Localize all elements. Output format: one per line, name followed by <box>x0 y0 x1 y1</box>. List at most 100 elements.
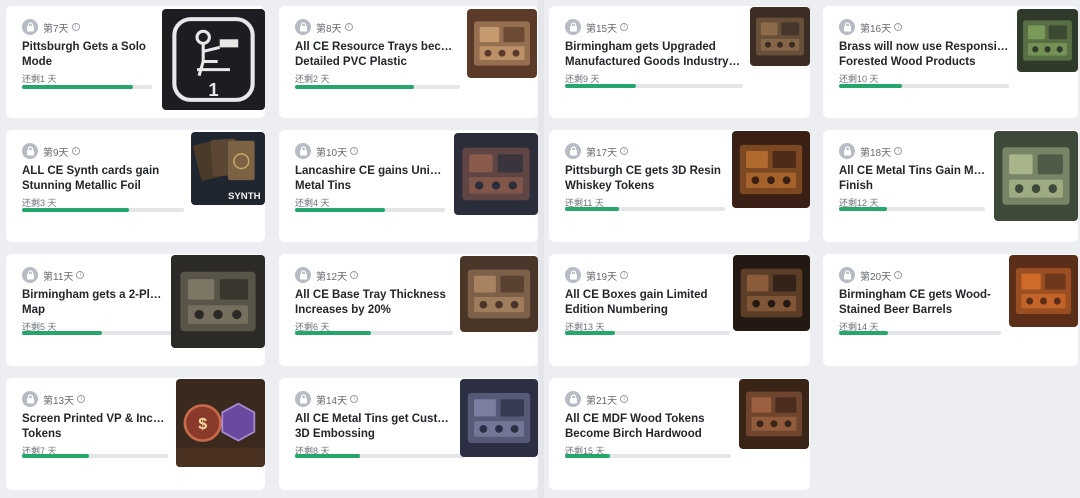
day-label: 第10天 <box>316 147 348 159</box>
progress-fill <box>565 331 615 335</box>
goal-title-line-1: Pittsburgh CE gets 3D Resin <box>565 165 721 177</box>
goal-title-line-1: Screen Printed VP & Income <box>22 413 168 425</box>
info-icon[interactable]: i <box>620 147 629 155</box>
remaining-time: 还剩2 天 <box>295 74 330 84</box>
day-badge: 第19天 i <box>565 266 629 284</box>
day-badge: 第15天 i <box>565 18 629 36</box>
goal-title-line-2: Become Birch Hardwood <box>565 428 702 440</box>
day-label: 第11天 <box>43 271 74 283</box>
industry-tiles-photo <box>750 7 810 66</box>
goal-title-line-2: Stained Beer Barrels <box>839 304 953 316</box>
two-player-map-photo <box>171 255 265 348</box>
lock-icon <box>22 143 38 159</box>
solo-count-label: 1 <box>208 79 218 100</box>
day-badge: 第21天 i <box>565 390 629 408</box>
goal-title-line-1: Birmingham gets a 2-Player <box>22 289 163 301</box>
progress-fill <box>22 208 129 212</box>
goal-title-line-2: Stunning Metallic Foil <box>22 180 141 192</box>
day-label: 第7天 <box>43 23 69 35</box>
info-icon[interactable]: i <box>894 147 903 155</box>
day-label: 第21天 <box>586 395 618 407</box>
day-label: 第18天 <box>860 147 892 159</box>
goal-title-line-2: Whiskey Tokens <box>565 180 655 192</box>
info-icon[interactable]: i <box>76 271 85 279</box>
day-badge: 第13天 i <box>22 390 86 408</box>
goal-title-line-1: ALL CE Synth cards gain <box>22 165 160 177</box>
lock-icon <box>295 143 311 159</box>
day-badge: 第14天 i <box>295 390 359 408</box>
progress-fill <box>565 454 610 458</box>
goal-title-line-2: Edition Numbering <box>565 304 668 316</box>
base-tray-photo <box>460 256 538 332</box>
lock-icon <box>839 19 855 35</box>
info-icon[interactable]: i <box>350 147 359 155</box>
day-badge: 第9天 i <box>22 142 80 160</box>
day-badge: 第17天 i <box>565 142 629 160</box>
progress-fill <box>565 207 620 211</box>
info-icon[interactable]: i <box>620 395 629 403</box>
goal-title-line-1: Pittsburgh Gets a Solo <box>22 41 146 53</box>
day-label: 第17天 <box>586 147 618 159</box>
box-numbering-photo <box>733 255 810 331</box>
stretch-goals-grid: 第7天 i Pittsburgh Gets a Solo Mode 还剩1 天 … <box>0 0 1080 498</box>
synth-cards-photo: SYNTH <box>191 132 265 205</box>
solo-mode-icon: 1 <box>162 9 265 110</box>
vp-income-tokens-photo: $ <box>176 379 265 467</box>
progress-fill <box>295 85 414 89</box>
lock-icon <box>295 391 311 407</box>
progress-bar <box>839 331 1001 335</box>
progress-fill <box>22 331 102 335</box>
lock-icon <box>295 19 311 35</box>
day-badge: 第10天 i <box>295 142 359 160</box>
info-icon[interactable]: i <box>77 395 86 403</box>
goal-title-line-2: Finish <box>839 180 873 192</box>
progress-fill <box>565 84 637 88</box>
info-icon[interactable]: i <box>620 271 629 279</box>
goal-title-line-2: 3D Embossing <box>295 428 375 440</box>
info-icon[interactable]: i <box>71 23 80 31</box>
day-label: 第15天 <box>586 23 618 35</box>
day-label: 第20天 <box>860 271 892 283</box>
lock-icon <box>22 391 38 407</box>
day-badge: 第12天 i <box>295 266 359 284</box>
goal-title-line-1: All CE Boxes gain Limited <box>565 289 708 301</box>
info-icon[interactable]: i <box>894 23 903 31</box>
progress-bar <box>565 331 730 335</box>
lock-icon <box>839 267 855 283</box>
goal-title-line-1: Birmingham gets Upgraded <box>565 41 716 53</box>
day-label: 第8天 <box>316 23 342 35</box>
info-icon[interactable]: i <box>350 395 359 403</box>
day-badge: 第18天 i <box>839 142 903 160</box>
whiskey-tokens-photo <box>732 131 810 208</box>
day-label: 第14天 <box>316 395 348 407</box>
matte-tins-photo <box>994 131 1078 221</box>
goal-title-line-1: Brass will now use Responsibly <box>839 41 1009 53</box>
info-icon[interactable]: i <box>620 23 629 31</box>
progress-bar <box>565 207 725 211</box>
info-icon[interactable]: i <box>344 23 353 31</box>
info-icon[interactable]: i <box>350 271 359 279</box>
day-badge: 第7天 i <box>22 18 80 36</box>
goal-title-line-1: Lancashire CE gains Unique <box>295 165 446 177</box>
goal-title-line-2: Tokens <box>22 428 62 440</box>
remaining-time: 还剩1 天 <box>22 74 57 84</box>
day-label: 第16天 <box>860 23 892 35</box>
progress-fill <box>22 454 90 458</box>
progress-fill <box>839 84 902 88</box>
info-icon[interactable]: i <box>894 271 903 279</box>
info-icon[interactable]: i <box>71 147 80 155</box>
progress-bar <box>295 208 445 212</box>
day-badge: 第11天 i <box>22 266 85 284</box>
progress-bar <box>22 85 152 89</box>
progress-bar <box>295 454 465 458</box>
goal-title-line-1: Birmingham CE gets Wood- <box>839 289 991 301</box>
goal-title-line-2: Forested Wood Products <box>839 56 976 68</box>
progress-fill <box>22 85 133 89</box>
progress-bar <box>22 331 172 335</box>
day-badge: 第20天 i <box>839 266 903 284</box>
goal-title-line-2: Manufactured Goods Industry Til... <box>565 56 742 68</box>
lock-icon <box>295 267 311 283</box>
goal-title-line-1: All CE Resource Trays become <box>295 41 459 53</box>
column-divider <box>538 0 544 498</box>
goal-title-line-2: Metal Tins <box>295 180 352 192</box>
